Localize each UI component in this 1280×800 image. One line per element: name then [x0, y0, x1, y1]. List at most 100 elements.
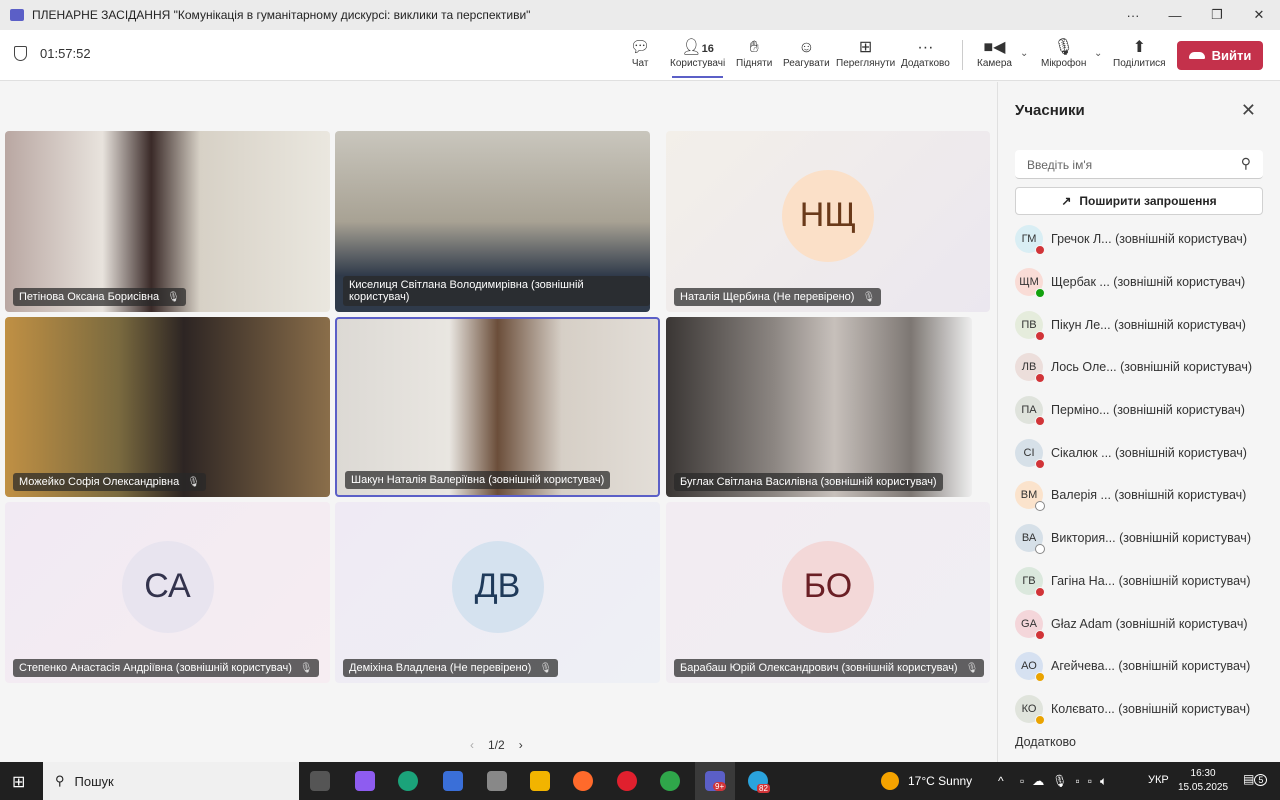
next-page-chevron-icon[interactable]: ›	[519, 738, 523, 752]
tile-name: Можейко Софія Олександрівна	[19, 476, 180, 488]
copilot-icon[interactable]	[355, 771, 375, 791]
more-options-button[interactable]: ···	[1112, 0, 1154, 30]
language-indicator[interactable]: УКР	[1148, 774, 1169, 786]
participants-button[interactable]: 👤︎16 Користувачі	[670, 38, 725, 78]
participant-item[interactable]: СІ Сікалюк ... (зовнішній користувач)	[1015, 431, 1275, 474]
avatar-initials: ЛВ	[1021, 361, 1037, 374]
chat-button[interactable]: 💬︎ Чат	[630, 38, 650, 69]
file-explorer-icon[interactable]	[530, 771, 550, 791]
mic-muted-icon: 🎙︎	[187, 476, 200, 488]
grid-icon: ⊞	[858, 39, 873, 56]
participant-item[interactable]: АО Агейчева... (зовнішній користувач)	[1015, 645, 1275, 688]
raise-hand-button[interactable]: ✋︎ Підняти	[736, 38, 772, 69]
video-tile[interactable]: Буглак Світлана Василівна (зовнішній кор…	[666, 317, 972, 497]
minimize-button[interactable]: —	[1154, 0, 1196, 30]
raise-label: Підняти	[736, 58, 773, 69]
firefox-icon[interactable]	[573, 771, 593, 791]
close-panel-icon[interactable]: ✕	[1241, 100, 1256, 121]
window-title: ПЛЕНАРНЕ ЗАСІДАННЯ "Комунікація в гумані…	[32, 8, 531, 22]
participant-item[interactable]: ГВ Гагіна На... (зовнішній користувач)	[1015, 560, 1275, 603]
tray-chevron-icon[interactable]: ^	[998, 774, 1004, 788]
participant-tag: (зовнішній користувач)	[1113, 275, 1246, 290]
avatar: ЛВ	[1015, 353, 1045, 384]
panel-title: Учасники	[1015, 102, 1085, 119]
share-button[interactable]: ⬆ Поділитися	[1113, 38, 1166, 69]
participant-item[interactable]: ПВ Пікун Ле... (зовнішній користувач)	[1015, 303, 1275, 346]
view-button[interactable]: ⊞ Переглянути	[836, 38, 895, 69]
app-icon[interactable]	[443, 771, 463, 791]
participants-count: 16	[701, 43, 714, 55]
participant-search-input[interactable]: Введіть ім'я ⚲	[1015, 150, 1263, 179]
avatar-initials: КО	[1021, 702, 1037, 715]
opera-icon[interactable]	[617, 771, 637, 791]
avatar-tile[interactable]: СА Степенко Анастасія Андріївна (зовнішні…	[5, 502, 330, 683]
react-button[interactable]: ☺ Реагувати	[783, 38, 830, 69]
avatar: GA	[1015, 609, 1045, 640]
microphone-button[interactable]: 🎙︎ Мікрофон	[1041, 38, 1086, 69]
participant-item[interactable]: ГМ Гречок Л... (зовнішній користувач)	[1015, 218, 1275, 261]
chat-label: Чат	[631, 58, 649, 69]
participant-item[interactable]: ПА Перміно... (зовнішній користувач)	[1015, 389, 1275, 432]
presence-busy-icon	[1035, 629, 1045, 640]
avatar-tile[interactable]: НЩ Наталія Щербина (Не перевірено) 🎙︎	[666, 131, 990, 312]
video-tile[interactable]: Киселиця Світлана Володимирівна (зовнішн…	[335, 131, 650, 312]
tile-name: Шакун Наталія Валеріївна (зовнішній кори…	[351, 474, 605, 486]
participant-item[interactable]: GA Głaz Adam (зовнішній користувач)	[1015, 602, 1275, 645]
teams-logo-icon	[10, 9, 24, 21]
avatar-tile[interactable]: БО Барабаш Юрій Олександрович (зовнішній …	[666, 502, 990, 683]
teams-taskbar-button[interactable]: 9+	[695, 762, 735, 800]
notifications-icon[interactable]: ▤ 5	[1243, 772, 1268, 786]
share-invite-button[interactable]: ↗ Поширити запрошення	[1015, 187, 1263, 215]
mic-options-chevron-icon[interactable]: ⌄	[1094, 48, 1102, 59]
share-screen-icon: ⬆	[1132, 39, 1146, 56]
avatar: ГВ	[1015, 566, 1045, 597]
mic-muted-icon: 🎙︎	[299, 662, 313, 674]
app-icon[interactable]	[487, 771, 507, 791]
teams-badge: 9+	[713, 782, 727, 791]
mic-off-icon: 🎙︎	[1053, 39, 1074, 56]
start-button-windows-icon[interactable]: ⊞	[12, 772, 25, 792]
participant-name: Лось Оле...	[1051, 360, 1117, 375]
weather-text[interactable]: 17°C Sunny	[908, 774, 972, 788]
tray-icons[interactable]: ▫☁🎙︎▫▫🔈︎	[1020, 774, 1115, 789]
camera-options-chevron-icon[interactable]: ⌄	[1020, 48, 1028, 59]
participant-tag: (зовнішній користувач)	[1113, 403, 1245, 418]
tile-name: Степенко Анастасія Андріївна (зовнішній …	[19, 662, 292, 674]
camera-button[interactable]: ■◀ Камера	[977, 38, 1012, 69]
more-button[interactable]: ··· Додатково	[901, 38, 950, 69]
more-section-header[interactable]: Додатково	[1015, 735, 1076, 749]
close-window-button[interactable]: ✕	[1238, 0, 1280, 30]
mic-muted-icon: 🎙︎	[965, 662, 979, 674]
mic-muted-icon: 🎙︎	[539, 662, 553, 674]
participant-item[interactable]: КО Колєвато... (зовнішній користувач)	[1015, 688, 1275, 731]
ellipsis-icon: ···	[917, 39, 934, 56]
participant-item[interactable]: ЛВ Лось Оле... (зовнішній користувач)	[1015, 346, 1275, 389]
avatar-initials: СІ	[1023, 446, 1035, 459]
taskbar-search-box[interactable]: ⚲ Пошук	[43, 762, 299, 800]
maximize-button[interactable]: ❐	[1196, 0, 1238, 30]
participant-tag: (зовнішній користувач)	[1114, 488, 1247, 503]
participant-item[interactable]: ВМ Валерія ... (зовнішній користувач)	[1015, 474, 1275, 517]
participant-item[interactable]: ЩМ Щербак ... (зовнішній користувач)	[1015, 261, 1275, 304]
chrome-icon[interactable]	[660, 771, 680, 791]
participant-tag: (зовнішній користувач)	[1118, 659, 1251, 674]
video-tile[interactable]: Можейко Софія Олександрівна 🎙︎	[5, 317, 330, 497]
participant-item[interactable]: ВА Виктория... (зовнішній користувач)	[1015, 517, 1275, 560]
share-invite-label: Поширити запрошення	[1079, 194, 1217, 208]
video-tile[interactable]: Петінова Оксана Борисівна 🎙︎	[5, 131, 330, 312]
leave-button[interactable]: Вийти	[1177, 41, 1263, 70]
clock-date: 15.05.2025	[1178, 782, 1229, 793]
participant-name: Виктория...	[1051, 531, 1116, 546]
avatar: НЩ	[782, 169, 874, 262]
task-view-icon[interactable]	[310, 771, 330, 791]
avatar: АО	[1015, 652, 1045, 683]
notification-count: 5	[1254, 774, 1268, 786]
video-tile-active-speaker[interactable]: Шакун Наталія Валеріївна (зовнішній кори…	[335, 317, 660, 497]
edge-icon[interactable]	[398, 771, 418, 791]
prev-page-chevron-icon[interactable]: ‹	[470, 738, 474, 752]
avatar: ВА	[1015, 524, 1045, 555]
avatar-tile[interactable]: ДВ Деміхіна Владлена (Не перевірено) 🎙︎	[335, 502, 660, 683]
clock[interactable]: 16:30 15.05.2025	[1178, 767, 1228, 795]
participant-tag: (зовнішній користувач)	[1114, 317, 1246, 332]
participants-panel: Учасники ✕ Введіть ім'я ⚲ ↗ Поширити запро…	[997, 82, 1280, 762]
